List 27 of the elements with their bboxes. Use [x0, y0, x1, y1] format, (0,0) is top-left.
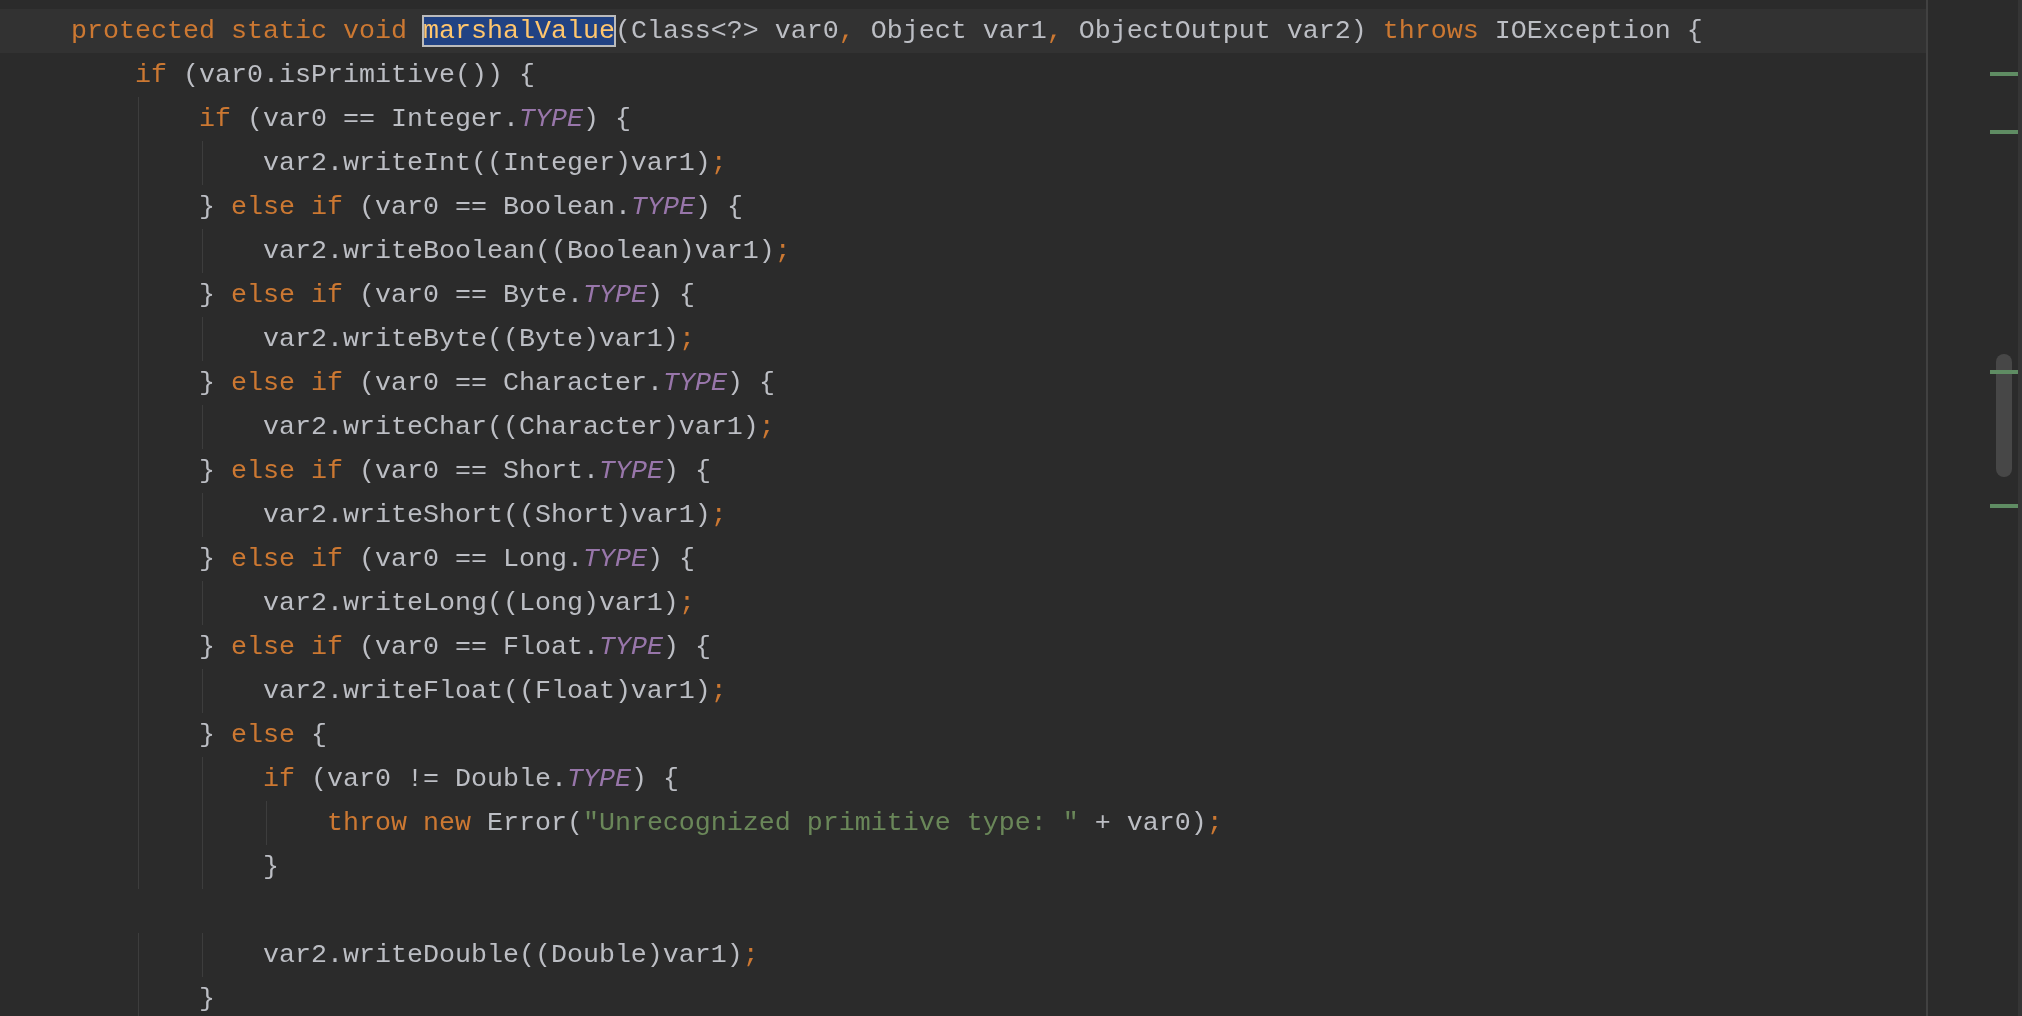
code-line: } [197, 983, 215, 1016]
change-marker [1990, 72, 2018, 76]
code-line: throw new Error("Unrecognized primitive type: " + var0); [325, 807, 1223, 840]
code-line: if (var0 != Double.TYPE) { [261, 763, 679, 796]
code-line: var2.writeBoolean((Boolean)var1); [261, 235, 791, 268]
code-line: var2.writeChar((Character)var1); [261, 411, 775, 444]
code-line: var2.writeByte((Byte)var1); [261, 323, 695, 356]
code-line: } else if (var0 == Float.TYPE) { [197, 631, 711, 664]
change-marker [1990, 504, 2018, 508]
code-line: var2.writeInt((Integer)var1); [261, 147, 727, 180]
change-marker [1990, 130, 2018, 134]
code-line: } else if (var0 == Byte.TYPE) { [197, 279, 695, 312]
code-line: var2.writeFloat((Float)var1); [261, 675, 727, 708]
code-line: if (var0 == Integer.TYPE) { [197, 103, 631, 136]
code-line: } else if (var0 == Short.TYPE) { [197, 455, 711, 488]
code-line: } else if (var0 == Character.TYPE) { [197, 367, 775, 400]
code-line: if (var0.isPrimitive()) { [134, 59, 535, 92]
change-marker [1990, 370, 2018, 374]
code-line: var2.writeLong((Long)var1); [261, 587, 695, 620]
code-line: } else { [197, 719, 327, 752]
code-line: var2.writeShort((Short)var1); [261, 499, 727, 532]
code-line: var2.writeDouble((Double)var1); [261, 939, 759, 972]
code-line: } else if (var0 == Long.TYPE) { [197, 543, 695, 576]
code-line: protected static void marshalValue(Class<?> var0, Object var1, ObjectOutput var2) throws IOException { [71, 15, 1703, 48]
code-line: } [261, 851, 279, 884]
code-line: } else if (var0 == Boolean.TYPE) { [197, 191, 743, 224]
scrollbar-thumb[interactable] [1996, 354, 2012, 477]
